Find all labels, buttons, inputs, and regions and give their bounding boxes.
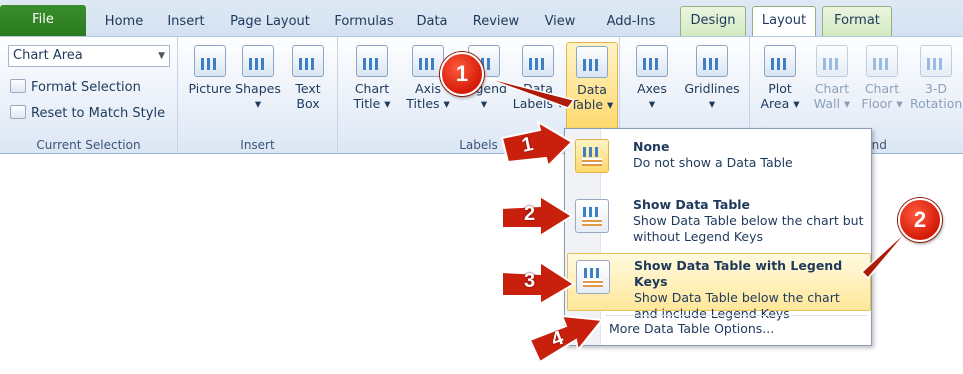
arrow-4-shape [528, 314, 604, 364]
callout-2-pointer [860, 227, 911, 280]
callout-overlay [479, 75, 911, 364]
callout-circle-1: 1 [440, 52, 484, 96]
excel-window: File Home Insert Page Layout Formulas Da… [0, 0, 963, 374]
arrow-1-shape [500, 119, 574, 168]
callout-1-pointer [479, 75, 576, 109]
arrow-3-shape [501, 260, 576, 306]
arrow-2-label: 2 [524, 203, 536, 225]
arrow-2-shape [501, 194, 574, 238]
callout-circle-2: 2 [898, 198, 942, 242]
arrow-3-label: 3 [524, 270, 536, 292]
